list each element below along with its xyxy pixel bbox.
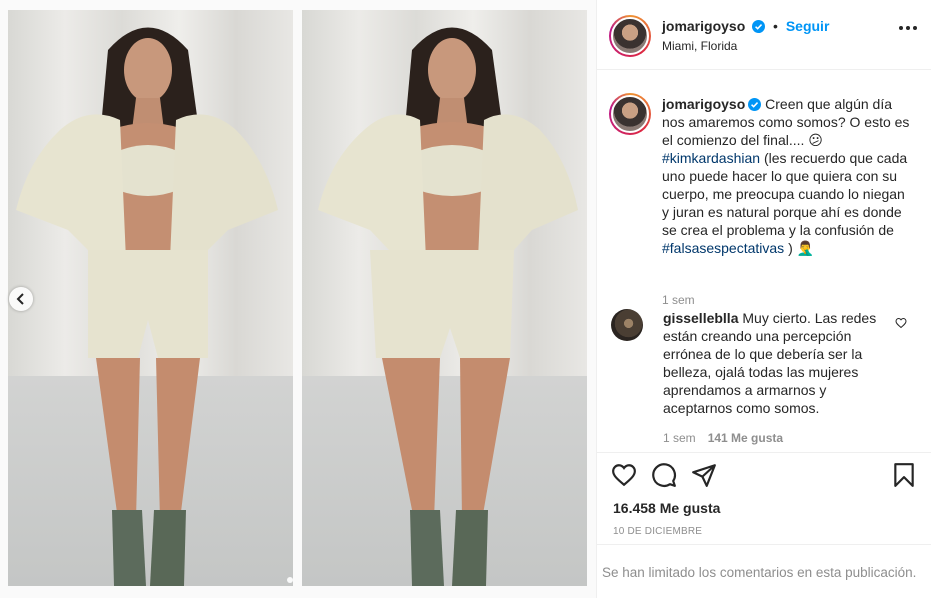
carousel-dots — [287, 577, 293, 583]
avatar[interactable] — [611, 309, 643, 341]
photo-right — [302, 10, 587, 586]
caption-username[interactable]: jomarigoyso — [662, 96, 745, 112]
hashtag-link[interactable]: #kimkardashian — [662, 150, 760, 166]
hashtag-link[interactable]: #falsasespectativas — [662, 240, 784, 256]
post-header: jomarigoyso • Seguir Miami, Florida — [597, 0, 931, 70]
follow-button[interactable]: Seguir — [786, 18, 830, 34]
caption-part: ) 🤦‍♂️ — [784, 240, 815, 256]
post-location[interactable]: Miami, Florida — [662, 39, 737, 53]
chevron-left-icon[interactable] — [9, 287, 33, 311]
share-icon[interactable] — [691, 462, 717, 488]
post-date[interactable]: 10 DE DICIEMBRE — [613, 526, 702, 537]
comment-time[interactable]: 1 sem — [663, 431, 696, 445]
post-sidebar: jomarigoyso • Seguir Miami, Florida joma… — [597, 0, 931, 598]
comment-text: gisselleblla Muy cierto. Las redes están… — [663, 309, 885, 417]
action-bar — [611, 462, 917, 492]
comment-likes[interactable]: 141 Me gusta — [708, 431, 783, 445]
separator-dot: • — [773, 18, 778, 34]
heart-icon[interactable] — [895, 317, 907, 329]
photo-left — [8, 10, 293, 586]
author-username[interactable]: jomarigoyso — [662, 18, 745, 34]
verified-badge-icon — [752, 20, 766, 33]
comments-limited-notice: Se han limitado los comentarios en esta … — [602, 565, 917, 580]
avatar[interactable] — [609, 93, 651, 135]
avatar[interactable] — [609, 15, 651, 57]
verified-badge-icon — [748, 98, 762, 111]
comment-icon[interactable] — [651, 462, 677, 488]
comment-username[interactable]: gisselleblla — [663, 310, 738, 326]
post-media — [0, 0, 597, 598]
likes-count[interactable]: 16.458 Me gusta — [613, 500, 720, 516]
comment-meta: 1 sem 141 Me gusta — [663, 431, 783, 445]
caption-time[interactable]: 1 sem — [662, 293, 695, 307]
comments-footer: Se han limitado los comentarios en esta … — [597, 544, 931, 598]
more-options-icon[interactable] — [899, 26, 917, 30]
heart-icon[interactable] — [611, 462, 637, 488]
comments-list[interactable]: jomarigoyso Creen que algún día nos amar… — [597, 71, 931, 453]
caption-text: jomarigoyso Creen que algún día nos amar… — [662, 95, 910, 257]
bookmark-icon[interactable] — [891, 462, 917, 488]
carousel-dot — [287, 577, 293, 583]
